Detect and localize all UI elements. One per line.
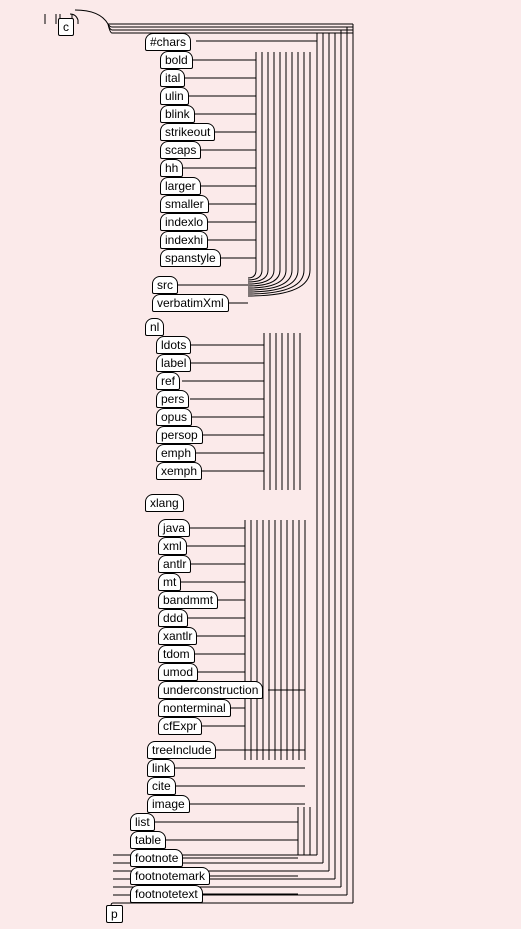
node-smaller: smaller [160,195,209,213]
node-list: list [130,813,155,831]
node-indexhi: indexhi [160,231,208,249]
node-spanstyle: spanstyle [160,249,221,267]
node-larger: larger [160,177,201,195]
node-footnotemark: footnotemark [130,867,210,885]
node-bold: bold [160,51,193,69]
node-bandmmt: bandmmt [158,591,218,609]
node-xantlr: xantlr [158,627,197,645]
node-opus: opus [156,408,192,426]
node-antlr: antlr [158,555,191,573]
node-ref: ref [156,372,180,390]
node-java: java [158,519,190,537]
node-blink: blink [160,105,195,123]
node-c: c [58,18,74,36]
node-hh: hh [160,159,183,177]
node-xemph: xemph [156,462,202,480]
node-ital: ital [160,69,185,87]
node-nonterminal: nonterminal [158,699,231,717]
node-footnote: footnote [130,849,183,867]
node-underconstruction: underconstruction [158,681,263,699]
node-link: link [147,759,175,777]
node-verbatimxml: verbatimXml [152,294,229,312]
node-strikeout: strikeout [160,123,215,141]
node-footnotetext: footnotetext [130,885,203,903]
node-emph: emph [156,444,196,462]
node-pers: pers [156,390,189,408]
node-mt: mt [158,573,181,591]
node-xml: xml [158,537,187,555]
node-scaps: scaps [160,141,201,159]
node-ulin: ulin [160,87,189,105]
node-xlang: xlang [145,494,184,512]
node-chars: #chars [145,33,191,51]
node-table: table [130,831,166,849]
node-label: label [156,354,191,372]
node-indexlo: indexlo [160,213,208,231]
node-p: p [106,905,123,923]
node-nl: nl [145,318,164,336]
node-umod: umod [158,663,198,681]
node-image: image [147,795,190,813]
node-treeinclude: treeInclude [147,741,216,759]
node-tdom: tdom [158,645,195,663]
node-cite: cite [147,777,176,795]
node-ldots: ldots [156,336,191,354]
node-ddd: ddd [158,609,188,627]
node-src: src [152,276,178,294]
node-persop: persop [156,426,203,444]
node-cfexpr: cfExpr [158,717,202,735]
